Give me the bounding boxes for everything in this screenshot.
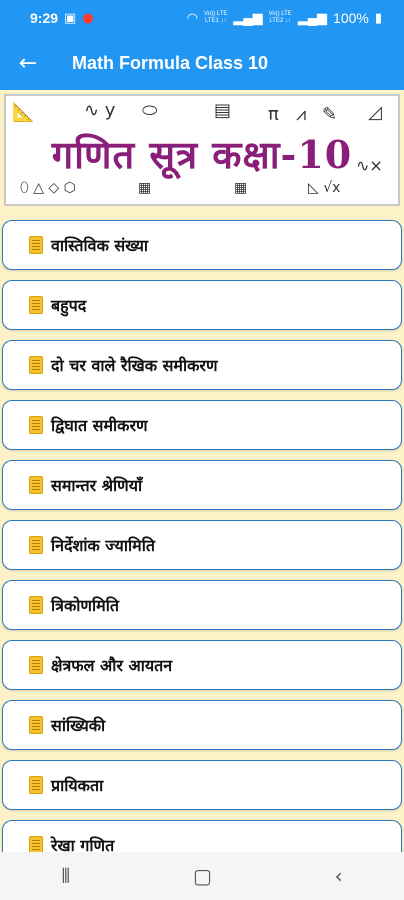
book-icon [29, 296, 43, 314]
status-bar: 9:29 ▣ ● ◠ Vo)) LTE LTE1 ↓↑ ▂▄▆ Vo)) LTE… [0, 0, 404, 36]
youtube-icon: ● [82, 10, 94, 26]
book-icon [29, 356, 43, 374]
pi-icon: π [268, 104, 279, 125]
topic-label: निर्देशांक ज्यामिति [51, 536, 155, 555]
topic-item[interactable]: बहुपद [2, 280, 402, 330]
book-icon [29, 596, 43, 614]
triangle-icon: ◺ √x [308, 180, 341, 196]
topic-item[interactable]: सांख्यिकी [2, 700, 402, 750]
topic-label: वास्तिविक संख्या [51, 236, 149, 255]
book-icon [29, 776, 43, 794]
hotspot-icon: ◠ [186, 10, 199, 25]
page-title: Math Formula Class 10 [72, 52, 269, 73]
table-icon: ▦ [138, 180, 152, 196]
topic-label: द्विघात समीकरण [51, 416, 148, 435]
topic-item[interactable]: प्रायिकता [2, 760, 402, 810]
book-icon [29, 476, 43, 494]
topic-item[interactable]: दो चर वाले रैखिक समीकरण [2, 340, 402, 390]
app-bar: ← Math Formula Class 10 [0, 36, 404, 90]
topic-label: दो चर वाले रैखिक समीकरण [51, 356, 218, 375]
book-sketch-icon: ⬭ [142, 100, 158, 121]
book-icon [29, 536, 43, 554]
sim1-label: Vo)) LTE LTE1 ↓↑ [204, 11, 228, 24]
ruler-icon: 📐 [12, 102, 35, 123]
sim2-label: Vo)) LTE LTE2 ↓↑ [268, 11, 292, 24]
topic-item[interactable]: द्विघात समीकरण [2, 400, 402, 450]
system-nav-bar: ⦀ ▢ ‹ [0, 852, 404, 900]
book-icon [29, 716, 43, 734]
status-time: 9:29 [30, 10, 59, 26]
book-icon [29, 656, 43, 674]
signal2-icon: ▂▄▆ [297, 10, 328, 25]
set-square-icon: ◿ [368, 102, 382, 123]
topic-item[interactable]: समान्तर श्रेणियाँ [2, 460, 402, 510]
calculator-icon: ▦ [234, 180, 248, 196]
arrow-left-icon[interactable]: ← [0, 51, 56, 76]
recents-icon[interactable]: ⦀ [61, 864, 70, 888]
battery-level: 100% [333, 10, 369, 26]
header-banner: 📐 ∿ y ⬭ ▤ π ⩘ ✎ ◿ गणित सूत्र कक्षा-10 ⬯ … [4, 94, 400, 206]
battery-icon: ▮ [374, 10, 382, 25]
topic-item[interactable]: त्रिकोणमिति [2, 580, 402, 630]
back-icon[interactable]: ‹ [335, 864, 343, 888]
home-icon[interactable]: ▢ [193, 864, 212, 888]
shapes-icon: ⬯ △ ◇ ⬡ [20, 180, 76, 196]
topic-item[interactable]: निर्देशांक ज्यामिति [2, 520, 402, 570]
topic-label: प्रायिकता [51, 776, 104, 795]
notebook-icon: ▤ [214, 100, 232, 121]
book-icon [29, 416, 43, 434]
gallery-icon: ▣ [64, 10, 77, 26]
topic-item[interactable]: क्षेत्रफल और आयतन [2, 640, 402, 690]
axis-graph-icon: ∿× [356, 156, 383, 175]
topic-label: बहुपद [51, 296, 87, 315]
topic-label: सांख्यिकी [51, 716, 106, 735]
topic-item[interactable]: रेखा गणित [2, 820, 402, 852]
pencil-icon: ✎ [322, 104, 338, 125]
banner-title: गणित सूत्र कक्षा-10 [51, 132, 353, 177]
topic-label: क्षेत्रफल और आयतन [51, 656, 173, 675]
book-icon [29, 836, 43, 852]
topic-label: समान्तर श्रेणियाँ [51, 476, 143, 495]
graph-icon: ∿ y [84, 100, 116, 121]
book-icon [29, 236, 43, 254]
topic-item[interactable]: वास्तिविक संख्या [2, 220, 402, 270]
compass-icon: ⩘ [296, 104, 307, 125]
topic-label: त्रिकोणमिति [51, 596, 119, 615]
topic-label: रेखा गणित [51, 836, 115, 852]
signal1-icon: ▂▄▆ [233, 10, 263, 25]
topic-list[interactable]: वास्तिविक संख्या बहुपद दो चर वाले रैखिक … [0, 214, 404, 852]
